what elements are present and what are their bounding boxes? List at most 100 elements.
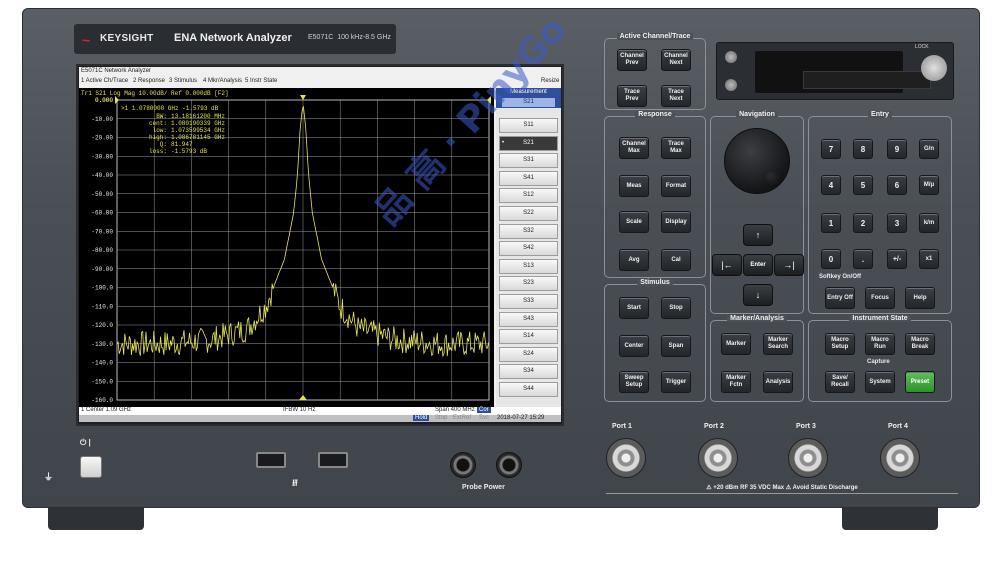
key-7[interactable]: 7 — [821, 139, 841, 159]
group-marker-title: Marker/Analysis — [727, 315, 787, 322]
macro-setup-button[interactable]: Macro Setup — [825, 333, 855, 355]
avg-button[interactable]: Avg — [619, 249, 649, 271]
cal-button[interactable]: Cal — [661, 249, 691, 271]
key-4[interactable]: 4 — [821, 175, 841, 195]
probe-power-connector-2[interactable] — [496, 452, 522, 478]
y-tick-label: -40.00 — [91, 172, 113, 179]
save-recall-button[interactable]: Save/ Recall — [825, 371, 855, 393]
trigger-button[interactable]: Trigger — [661, 371, 691, 393]
macro-break-button[interactable]: Macro Break — [905, 333, 935, 355]
meas-s22-button[interactable]: S22 — [499, 206, 558, 221]
key-6[interactable]: 6 — [887, 175, 907, 195]
port-2-connector[interactable] — [698, 438, 738, 478]
usb-port-2[interactable] — [318, 452, 348, 468]
usb-icon: ⭿ — [292, 478, 298, 488]
up-arrow-button[interactable]: ↑ — [743, 224, 773, 246]
key-plus-minus[interactable]: +/- — [887, 249, 907, 269]
meas-s32-button[interactable]: S32 — [499, 223, 558, 239]
marker-readout: >1 1.0780000 GHz -1.5793 dB — [121, 105, 219, 112]
key-2[interactable]: 2 — [853, 213, 873, 233]
scale-button[interactable]: Scale — [619, 211, 649, 233]
analysis-button[interactable]: Analysis — [763, 371, 793, 393]
port-3-connector[interactable] — [788, 438, 828, 478]
meas-s31-button[interactable]: S31 — [499, 153, 558, 169]
menu-instr-state[interactable]: 5 Instr State — [245, 78, 277, 84]
meas-s33-button[interactable]: S33 — [499, 294, 558, 309]
usb-port-1[interactable] — [256, 452, 286, 468]
center-button[interactable]: Center — [619, 335, 649, 357]
down-arrow-button[interactable]: ↓ — [743, 284, 773, 306]
menu-stimulus[interactable]: 3 Stimulus — [169, 78, 197, 84]
status-bar: 1 Center 1.09 GHz IFBW 10 Hz Span 400 MH… — [79, 407, 561, 415]
help-button[interactable]: Help — [905, 287, 935, 309]
status-cor: Cor — [477, 407, 491, 413]
meas-s23-button[interactable]: S23 — [499, 276, 558, 292]
meas-s43-button[interactable]: S43 — [499, 311, 558, 327]
key-mega[interactable]: M/μ — [919, 175, 939, 195]
trace-max-button[interactable]: Trace Max — [661, 137, 691, 159]
menu-response[interactable]: 2 Response — [133, 78, 165, 84]
key-giga[interactable]: G/n — [919, 139, 939, 159]
meas-s11-button[interactable]: S11 — [499, 118, 558, 133]
key-x1[interactable]: x1 — [919, 249, 939, 269]
probe-power-label: Probe Power — [462, 484, 505, 491]
channel-prev-button[interactable]: Channel Prev — [617, 49, 647, 71]
key-1[interactable]: 1 — [821, 213, 841, 233]
menu-mkr-analysis[interactable]: 4 Mkr/Analysis — [203, 78, 242, 84]
focus-button[interactable]: Focus — [865, 287, 895, 309]
marker-search-button[interactable]: Marker Search — [763, 333, 793, 355]
power-button[interactable] — [80, 456, 102, 478]
start-button[interactable]: Start — [619, 297, 649, 319]
sweep-setup-button[interactable]: Sweep Setup — [619, 371, 649, 393]
key-8[interactable]: 8 — [853, 139, 873, 159]
key-0[interactable]: 0 — [821, 249, 841, 269]
menu-active-ch[interactable]: 1 Active Ch/Trace — [81, 78, 128, 84]
marker-fctn-button[interactable]: Marker Fctn — [721, 371, 751, 393]
channel-next-button[interactable]: Channel Next — [661, 49, 691, 71]
format-button[interactable]: Format — [661, 175, 691, 197]
meas-s14-button[interactable]: S14 — [499, 329, 558, 345]
right-arrow-button[interactable]: →| — [774, 254, 804, 276]
entry-off-button[interactable]: Entry Off — [825, 287, 855, 309]
meas-s21-button[interactable]: • S21 — [499, 135, 558, 151]
trace-prev-button[interactable]: Trace Prev — [617, 85, 647, 107]
meas-s12-button[interactable]: S12 — [499, 188, 558, 204]
left-arrow-button[interactable]: |← — [712, 254, 742, 276]
meas-s34-button[interactable]: S34 — [499, 364, 558, 380]
channel-max-button[interactable]: Channel Max — [619, 137, 649, 159]
instrument-photo: ~ KEYSIGHT ENA Network Analyzer E5071C 1… — [0, 0, 1000, 563]
key-kilo[interactable]: k/m — [919, 213, 939, 233]
key-9[interactable]: 9 — [887, 139, 907, 159]
lock-icon[interactable] — [921, 55, 947, 81]
meas-s44-button[interactable]: S44 — [499, 382, 558, 397]
key-dot[interactable]: . — [853, 249, 873, 269]
key-3[interactable]: 3 — [887, 213, 907, 233]
rotary-knob[interactable] — [724, 128, 790, 194]
system-button[interactable]: System — [865, 371, 895, 393]
marker-button[interactable]: Marker — [721, 333, 751, 355]
enter-button[interactable]: Enter — [743, 254, 773, 276]
span-button[interactable]: Span — [661, 335, 691, 357]
marker-stat-value: 1.080190339 GHz — [171, 120, 225, 127]
meas-s42-button[interactable]: S42 — [499, 241, 558, 257]
group-entry-title: Entry — [868, 111, 892, 118]
menu-resize[interactable]: Resize — [541, 78, 559, 84]
meas-s41-button[interactable]: S41 — [499, 170, 558, 186]
capture-label: Capture — [867, 359, 890, 365]
stop-indicator: Stop — [435, 415, 448, 421]
display-button[interactable]: Display — [661, 211, 691, 233]
meas-button[interactable]: Meas — [619, 175, 649, 197]
trace-next-button[interactable]: Trace Next — [661, 85, 691, 107]
port-1-connector[interactable] — [606, 438, 646, 478]
key-5[interactable]: 5 — [853, 175, 873, 195]
macro-run-button[interactable]: Macro Run — [865, 333, 895, 355]
marker-stat-key: Q: — [160, 141, 167, 148]
meas-s24-button[interactable]: S24 — [499, 346, 558, 362]
stop-button[interactable]: Stop — [661, 297, 691, 319]
port-4-connector[interactable] — [880, 438, 920, 478]
meas-s13-button[interactable]: S13 — [499, 258, 558, 274]
preset-button[interactable]: Preset — [905, 371, 935, 393]
group-active-channel: Active Channel/Trace Channel Prev Channe… — [604, 33, 706, 110]
bottom-bar: Hold Stop ExtRef Svc 2018-07-27 15:29 — [79, 415, 561, 422]
probe-power-connector-1[interactable] — [450, 452, 476, 478]
